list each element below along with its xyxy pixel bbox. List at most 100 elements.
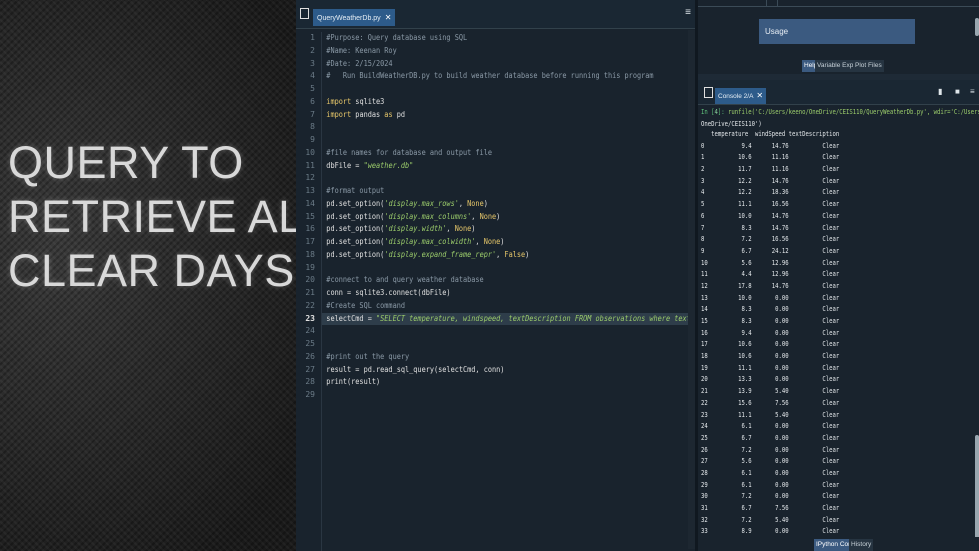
result-row: 16 9.4 0.00 Clear: [701, 328, 840, 337]
line-number: 24: [305, 326, 315, 336]
line-number: 7: [310, 109, 315, 119]
result-row: 29 6.1 0.00 Clear: [701, 480, 840, 489]
line-number: 16: [305, 224, 315, 234]
editor-file-tab[interactable]: QueryWeatherDb.py ✕: [313, 9, 396, 26]
line-number: 23: [305, 313, 315, 323]
code-line[interactable]: #file names for database and output file: [322, 147, 713, 160]
code-line[interactable]: selectCmd = "SELECT temperature, windspe…: [322, 312, 714, 326]
code-line[interactable]: [322, 121, 713, 134]
code-line[interactable]: [322, 338, 713, 351]
result-row: 3 12.2 14.76 Clear: [701, 176, 840, 185]
result-row: 2 11.7 11.16 Clear: [701, 165, 840, 174]
slide-title-line: QUERY TO: [8, 137, 244, 188]
line-number: 3: [310, 58, 315, 68]
line-number: 2: [310, 45, 315, 55]
result-row: 10 5.6 12.96 Clear: [701, 258, 840, 267]
file-icon[interactable]: [300, 8, 309, 19]
clear-console-icon[interactable]: ▮: [938, 87, 942, 96]
code-line[interactable]: #print out the query: [322, 351, 713, 364]
line-number: 13: [305, 186, 315, 195]
line-number: 15: [305, 211, 315, 221]
console-prompt: In [4]: runfile('C:/Users/keeno/OneDrive…: [701, 107, 979, 130]
code-line[interactable]: result = pd.read_sql_query(selectCmd, co…: [322, 364, 713, 377]
run-command: runfile('C:/Users/keeno/OneDrive/CEIS110…: [727, 108, 979, 116]
line-number: 22: [305, 300, 315, 310]
hamburger-menu-icon[interactable]: ≡: [685, 8, 691, 18]
editor-tabbar: QueryWeatherDb.py ✕ ≡: [296, 0, 695, 29]
prompt-in: In [: [701, 108, 715, 116]
code-line[interactable]: pd.set_option('display.expand_frame_repr…: [322, 249, 713, 262]
result-row: 33 8.9 0.00 Clear: [701, 527, 840, 536]
code-line[interactable]: #Create SQL command: [322, 300, 713, 313]
code-line[interactable]: #Purpose: Query database using SQL: [322, 32, 713, 45]
result-row: 6 10.0 14.76 Clear: [701, 211, 840, 220]
ipython-console[interactable]: In [4]: runfile('C:/Users/keeno/OneDrive…: [698, 105, 979, 537]
code-line[interactable]: [322, 83, 713, 96]
code-line[interactable]: print(result): [322, 376, 713, 389]
code-line[interactable]: # Run BuildWeatherDB.py to build weather…: [322, 70, 713, 83]
tab-history[interactable]: History: [849, 539, 874, 551]
slide-title-line: CLEAR DAYS: [8, 245, 295, 296]
result-row: 28 6.1 0.00 Clear: [701, 468, 840, 477]
result-row: 5 11.1 16.56 Clear: [701, 200, 840, 209]
console-header: Console 2/A ✕ ▮ ■ ≡: [698, 80, 979, 105]
line-number: 18: [305, 249, 315, 259]
result-row: 20 13.3 0.00 Clear: [701, 375, 840, 384]
result-row: 8 7.2 16.56 Clear: [701, 235, 840, 244]
result-row: 31 6.7 7.56 Clear: [701, 504, 840, 512]
help-toolbar-box: [766, 0, 778, 7]
code-line[interactable]: [322, 172, 713, 185]
editor-scrollbar[interactable]: [688, 30, 695, 549]
code-line[interactable]: import pandas as pd: [322, 109, 713, 122]
code-line[interactable]: pd.set_option('display.max_rows', None): [322, 198, 713, 211]
result-row: 27 5.6 0.00 Clear: [701, 457, 840, 466]
slide-title: QUERY TO RETRIEVE ALL CLEAR DAYS: [8, 136, 330, 298]
usage-panel: Usage: [759, 19, 915, 44]
tab-files[interactable]: Files: [866, 60, 884, 72]
result-row: 25 6.7 0.00 Clear: [701, 433, 840, 442]
code-line[interactable]: #format output: [322, 185, 713, 198]
help-scrollbar[interactable]: [975, 18, 979, 36]
code-line[interactable]: import sqlite3: [322, 96, 713, 109]
code-line[interactable]: [322, 262, 713, 275]
code-line[interactable]: conn = sqlite3.connect(dbFile): [322, 287, 713, 300]
close-icon[interactable]: ✕: [385, 13, 392, 22]
result-row: 22 15.6 7.56 Clear: [701, 398, 840, 407]
result-row: 1 10.6 11.16 Clear: [701, 153, 840, 162]
line-number: 6: [310, 96, 315, 106]
code-line[interactable]: dbFile = "weather.db": [322, 160, 713, 173]
file-icon[interactable]: [704, 87, 713, 98]
code-line[interactable]: #connect to and query weather database: [322, 274, 713, 287]
file-tab-label: QueryWeatherDb.py: [317, 15, 381, 22]
hamburger-menu-icon[interactable]: ≡: [970, 87, 975, 96]
slide-title-line: RETRIEVE ALL: [8, 191, 330, 242]
close-icon[interactable]: ✕: [756, 91, 763, 100]
result-row: 11 4.4 12.96 Clear: [701, 270, 840, 279]
console-tab[interactable]: Console 2/A ✕: [715, 88, 767, 104]
line-number-gutter: 1 2 3 4 5 6 7 8 9 10 11 12 13 14 15 16 17 18 19 20 21 22 23 24 2…: [300, 32, 317, 551]
line-number: 25: [305, 339, 315, 348]
result-row: 0 9.4 14.76 Clear: [701, 141, 840, 150]
code-line[interactable]: #Name: Keenan Roy: [322, 45, 713, 58]
code-line[interactable]: [322, 389, 713, 402]
result-row: 23 11.1 5.40 Clear: [701, 410, 840, 419]
line-number: 14: [305, 198, 315, 208]
code-line[interactable]: pd.set_option('display.width', None): [322, 223, 713, 236]
line-number: 17: [305, 237, 315, 246]
code-line[interactable]: pd.set_option('display.max_colwidth', No…: [322, 236, 713, 249]
code-line[interactable]: [322, 325, 713, 338]
result-row: 9 6.7 24.12 Clear: [701, 246, 840, 255]
console-scrollbar[interactable]: [975, 435, 979, 537]
line-number: 27: [305, 364, 315, 374]
code-line[interactable]: [322, 134, 713, 147]
line-number: 26: [305, 351, 315, 361]
line-number: 21: [305, 288, 315, 297]
result-row: 17 10.6 0.00 Clear: [701, 340, 840, 349]
code-line[interactable]: pd.set_option('display.max_columns', Non…: [322, 211, 713, 224]
result-row: 30 7.2 0.00 Clear: [701, 492, 840, 501]
code-area[interactable]: #Purpose: Query database using SQL #Name:…: [321, 32, 714, 551]
options-icon[interactable]: ■: [955, 87, 960, 96]
line-number: 28: [305, 377, 315, 387]
prompt-close: ]:: [717, 108, 728, 116]
code-line[interactable]: #Date: 2/15/2024: [322, 58, 713, 71]
